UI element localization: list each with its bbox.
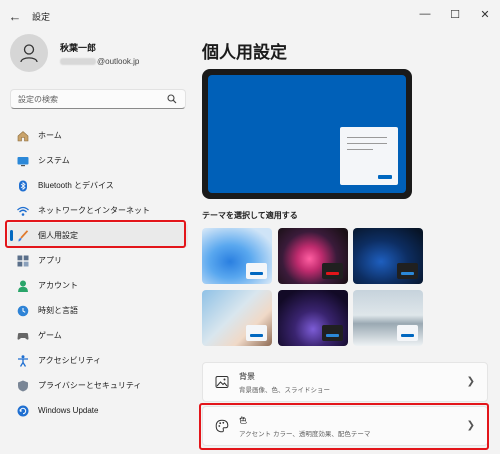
preview-button — [378, 175, 392, 179]
monitor-icon — [17, 155, 29, 167]
sidebar-item-label: Bluetooth とデバイス — [38, 181, 114, 190]
card-background-subtitle: 背景画像、色、スライドショー — [239, 386, 330, 394]
sidebar-item-privacy[interactable]: プライバシーとセキュリティ — [8, 373, 188, 398]
image-icon — [215, 375, 229, 389]
sidebar-item-apps[interactable]: アプリ — [8, 248, 188, 273]
card-background[interactable]: 背景 背景画像、色、スライドショー ❯ — [202, 362, 488, 402]
preview-desktop — [208, 75, 406, 193]
home-icon — [17, 130, 29, 142]
sidebar-item-accounts[interactable]: アカウント — [8, 273, 188, 298]
theme-thumbnail-captured-motion[interactable] — [202, 290, 272, 346]
profile-email: @outlook.jp — [60, 57, 139, 66]
person-avatar-icon — [20, 44, 38, 63]
page-title: 個人用設定 — [202, 43, 287, 62]
minimize-button[interactable]: — — [410, 0, 440, 28]
theme-thumbnail-flow[interactable] — [278, 290, 348, 346]
highlight-personalization — [5, 220, 186, 248]
bluetooth-icon — [17, 180, 29, 192]
sidebar-item-home[interactable]: ホーム — [8, 123, 188, 148]
shield-icon — [17, 380, 29, 392]
search-input[interactable]: 設定の検索 — [10, 89, 186, 109]
sidebar-item-label: プライバシーとセキュリティ — [38, 381, 142, 390]
sidebar-item-label: ホーム — [38, 131, 62, 140]
profile-email-suffix: @outlook.jp — [97, 56, 140, 66]
theme-preview — [202, 69, 412, 199]
sidebar-item-label: システム — [38, 156, 70, 165]
themes-label: テーマを選択して適用する — [202, 211, 298, 220]
theme-thumbnail-windows-dark[interactable] — [353, 228, 423, 284]
search-placeholder: 設定の検索 — [18, 94, 58, 104]
redacted-email-prefix — [60, 57, 96, 65]
theme-thumbnail-glow[interactable] — [278, 228, 348, 284]
sidebar-item-label: 時刻と言語 — [38, 306, 78, 315]
person-icon — [17, 280, 29, 292]
profile-name: 秋葉一郎 — [60, 42, 97, 53]
apps-icon — [17, 255, 29, 267]
maximize-button[interactable]: ☐ — [440, 0, 470, 28]
sidebar-item-label: ネットワークとインターネット — [38, 206, 150, 215]
sidebar-item-label: アカウント — [38, 281, 78, 290]
wifi-icon — [17, 205, 29, 217]
sidebar-item-accessibility[interactable]: アクセシビリティ — [8, 348, 188, 373]
chevron-right-icon: ❯ — [466, 376, 475, 387]
update-icon — [17, 405, 29, 417]
theme-thumbnail-sunrise[interactable] — [353, 290, 423, 346]
close-button[interactable]: ✕ — [470, 0, 500, 28]
sidebar-item-label: アクセシビリティ — [38, 356, 102, 365]
clock-globe-icon — [17, 305, 29, 317]
avatar — [10, 34, 48, 72]
window-controls: — ☐ ✕ — [410, 0, 500, 28]
sidebar-item-windows-update[interactable]: Windows Update — [8, 398, 188, 423]
title-bar: ← 設定 — ☐ ✕ — [0, 0, 500, 32]
card-background-title: 背景 — [239, 371, 255, 381]
preview-window — [340, 127, 398, 185]
sidebar-item-label: アプリ — [38, 256, 62, 265]
sidebar-item-time-language[interactable]: 時刻と言語 — [8, 298, 188, 323]
sidebar-item-label: ゲーム — [38, 331, 62, 340]
user-profile[interactable]: 秋葉一郎 @outlook.jp — [10, 34, 139, 72]
gamepad-icon — [17, 330, 29, 342]
theme-thumbnail-windows-light[interactable] — [202, 228, 272, 284]
sidebar-item-label: Windows Update — [38, 406, 99, 415]
sidebar-nav: ホーム システム Bluetooth とデバイス ネットワークとインターネット … — [8, 123, 188, 423]
sidebar-item-gaming[interactable]: ゲーム — [8, 323, 188, 348]
sidebar-item-bluetooth[interactable]: Bluetooth とデバイス — [8, 173, 188, 198]
accessibility-icon — [17, 354, 29, 367]
search-icon[interactable] — [166, 93, 178, 105]
app-title: 設定 — [32, 11, 51, 22]
back-arrow-icon[interactable]: ← — [0, 0, 30, 32]
sidebar-item-system[interactable]: システム — [8, 148, 188, 173]
highlight-colors-card — [199, 403, 489, 450]
